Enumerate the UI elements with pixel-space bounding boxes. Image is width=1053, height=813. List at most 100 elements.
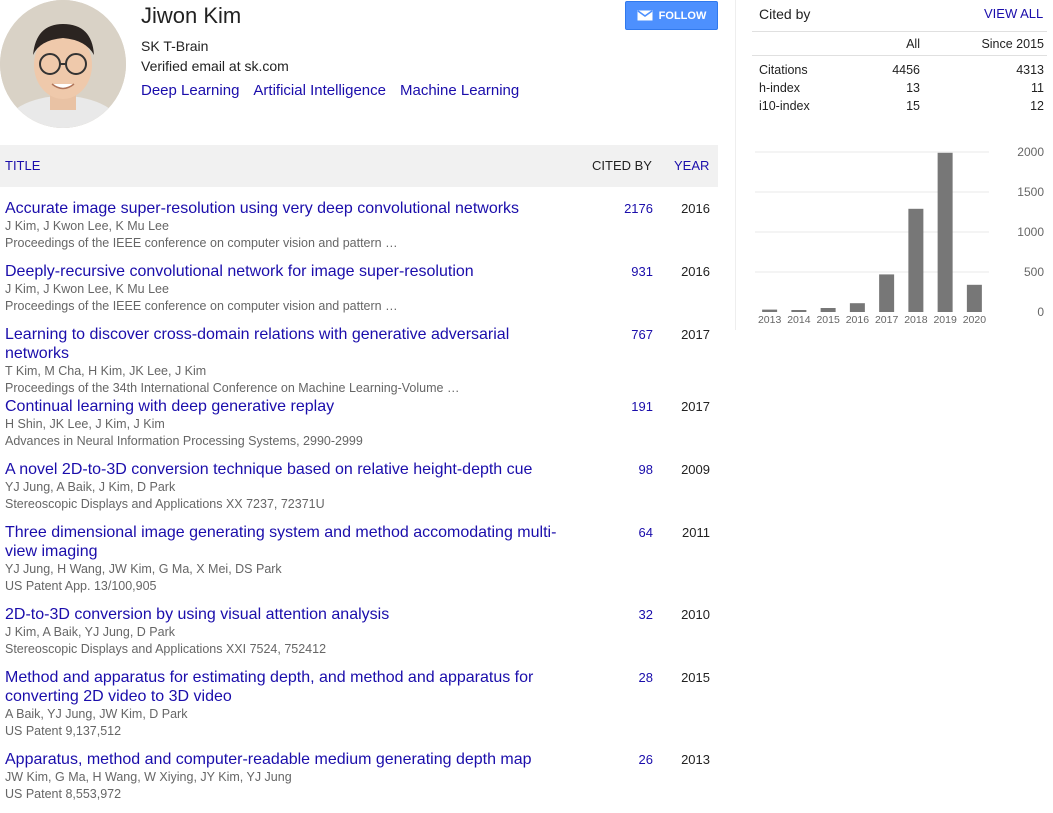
profile-photo <box>0 0 126 128</box>
x-tick-label: 2016 <box>846 314 870 326</box>
sort-by-cited[interactable]: CITED BY <box>592 158 652 173</box>
x-tick-label: 2015 <box>816 314 840 326</box>
cited-by-count[interactable]: 98 <box>560 462 653 477</box>
citations-per-year-chart: 0 500 1000 1500 2000 2013 2014 2015 2016 2017 2018… <box>755 145 1044 326</box>
table-row: A novel 2D-to-3D conversion technique ba… <box>0 460 718 523</box>
metric-row-citations: Citations 4456 4313 <box>759 63 1044 81</box>
bar-2015 <box>820 308 836 312</box>
x-tick-label: 2013 <box>758 314 782 326</box>
bar-2013 <box>762 309 778 312</box>
publication-authors: JW Kim, G Ma, H Wang, W Xiying, JY Kim, … <box>5 770 292 784</box>
envelope-icon <box>637 10 653 21</box>
profile-email: Verified email at sk.com <box>141 58 289 74</box>
cited-by-count[interactable]: 64 <box>560 525 653 540</box>
table-row: Continual learning with deep generative … <box>0 397 718 460</box>
profile-affiliation: SK T-Brain <box>141 38 209 54</box>
publication-authors: J Kim, J Kwon Lee, K Mu Lee <box>5 219 169 233</box>
x-tick-label: 2018 <box>904 314 928 326</box>
bar-2018 <box>908 208 924 312</box>
col-header-since: Since 2015 <box>981 37 1044 51</box>
bar-2019 <box>937 152 953 312</box>
publication-venue: Advances in Neural Information Processin… <box>5 434 363 448</box>
cited-by-count[interactable]: 191 <box>560 399 653 414</box>
publication-authors: YJ Jung, H Wang, JW Kim, G Ma, X Mei, DS… <box>5 562 282 576</box>
bar-2020 <box>966 284 982 312</box>
follow-button[interactable]: FOLLOW <box>625 1 718 30</box>
research-interests: Deep Learning Artificial Intelligence Mach… <box>141 82 533 99</box>
interest-link[interactable]: Artificial Intelligence <box>253 82 386 99</box>
publication-title[interactable]: Continual learning with deep generative … <box>5 397 575 416</box>
y-tick-label: 1500 <box>1017 185 1044 199</box>
col-header-all: All <box>906 37 920 51</box>
publication-year: 2013 <box>681 752 710 767</box>
cited-by-heading: Cited by <box>759 6 811 22</box>
cited-by-count[interactable]: 767 <box>560 327 653 342</box>
y-tick-label: 0 <box>1037 305 1044 319</box>
interest-link[interactable]: Deep Learning <box>141 82 239 99</box>
cited-by-count[interactable]: 32 <box>560 607 653 622</box>
publication-authors: YJ Jung, A Baik, J Kim, D Park <box>5 480 176 494</box>
publication-title[interactable]: Accurate image super-resolution using ve… <box>5 199 575 218</box>
publication-title[interactable]: Apparatus, method and computer-readable … <box>5 750 575 769</box>
x-tick-label: 2019 <box>933 314 957 326</box>
publication-venue: US Patent 9,137,512 <box>5 724 122 738</box>
metric-all: 4456 <box>892 63 920 77</box>
metric-row-h-index: h-index 13 11 <box>759 81 1044 99</box>
publication-year: 2017 <box>681 327 710 342</box>
table-row: Three dimensional image generating syste… <box>0 523 718 605</box>
follow-label: FOLLOW <box>658 9 707 22</box>
publication-year: 2016 <box>681 264 710 279</box>
publication-year: 2009 <box>681 462 710 477</box>
publication-year: 2011 <box>682 525 710 540</box>
publication-authors: J Kim, J Kwon Lee, K Mu Lee <box>5 282 169 296</box>
metric-all: 13 <box>906 81 920 95</box>
cited-by-count[interactable]: 28 <box>560 670 653 685</box>
publication-title[interactable]: 2D-to-3D conversion by using visual atte… <box>5 605 575 624</box>
table-row: Method and apparatus for estimating dept… <box>0 668 718 750</box>
y-tick-label: 500 <box>1024 265 1044 279</box>
table-row: Learning to discover cross-domain relati… <box>0 325 718 397</box>
metric-label[interactable]: i10-index <box>759 99 810 113</box>
table-row: Deeply-recursive convolutional network f… <box>0 262 718 325</box>
metric-since: 11 <box>1031 81 1044 95</box>
view-all-link[interactable]: VIEW ALL <box>984 6 1043 21</box>
y-tick-label: 2000 <box>1017 145 1044 159</box>
publication-authors: A Baik, YJ Jung, JW Kim, D Park <box>5 707 188 721</box>
publication-authors: T Kim, M Cha, H Kim, JK Lee, J Kim <box>5 364 207 378</box>
cited-by-count[interactable]: 2176 <box>560 201 653 216</box>
publication-venue: US Patent App. 13/100,905 <box>5 579 157 593</box>
publication-title[interactable]: Three dimensional image generating syste… <box>5 523 575 561</box>
publication-title[interactable]: A novel 2D-to-3D conversion technique ba… <box>5 460 575 479</box>
table-row: Accurate image super-resolution using ve… <box>0 199 718 262</box>
publication-year: 2016 <box>681 201 710 216</box>
cited-by-count[interactable]: 26 <box>560 752 653 767</box>
publication-authors: H Shin, JK Lee, J Kim, J Kim <box>5 417 165 431</box>
metric-label[interactable]: Citations <box>759 63 808 77</box>
profile-name: Jiwon Kim <box>141 3 242 28</box>
sort-by-title[interactable]: TITLE <box>5 158 40 173</box>
table-header: TITLE CITED BY YEAR <box>0 145 718 187</box>
publication-year: 2015 <box>681 670 710 685</box>
publication-venue: Proceedings of the 34th International Co… <box>5 381 460 395</box>
bar-2014 <box>791 310 807 312</box>
publication-authors: J Kim, A Baik, YJ Jung, D Park <box>5 625 175 639</box>
divider <box>752 31 1047 32</box>
publication-year: 2010 <box>681 607 710 622</box>
publication-title[interactable]: Learning to discover cross-domain relati… <box>5 325 575 363</box>
publication-list: Accurate image super-resolution using ve… <box>0 199 718 813</box>
publication-venue: Stereoscopic Displays and Applications X… <box>5 497 325 511</box>
publication-venue: US Patent 8,553,972 <box>5 787 122 801</box>
bar-2016 <box>849 303 865 312</box>
metric-row-i10-index: i10-index 15 12 <box>759 99 1044 117</box>
metric-label[interactable]: h-index <box>759 81 800 95</box>
publication-title[interactable]: Deeply-recursive convolutional network f… <box>5 262 575 281</box>
sort-by-year[interactable]: YEAR <box>674 158 709 173</box>
publication-venue: Stereoscopic Displays and Applications X… <box>5 642 327 656</box>
divider <box>752 55 1047 56</box>
cited-by-count[interactable]: 931 <box>560 264 653 279</box>
publication-title[interactable]: Method and apparatus for estimating dept… <box>5 668 575 706</box>
y-tick-label: 1000 <box>1017 225 1044 239</box>
interest-link[interactable]: Machine Learning <box>400 82 519 99</box>
x-tick-label: 2020 <box>963 314 987 326</box>
x-tick-label: 2017 <box>875 314 899 326</box>
